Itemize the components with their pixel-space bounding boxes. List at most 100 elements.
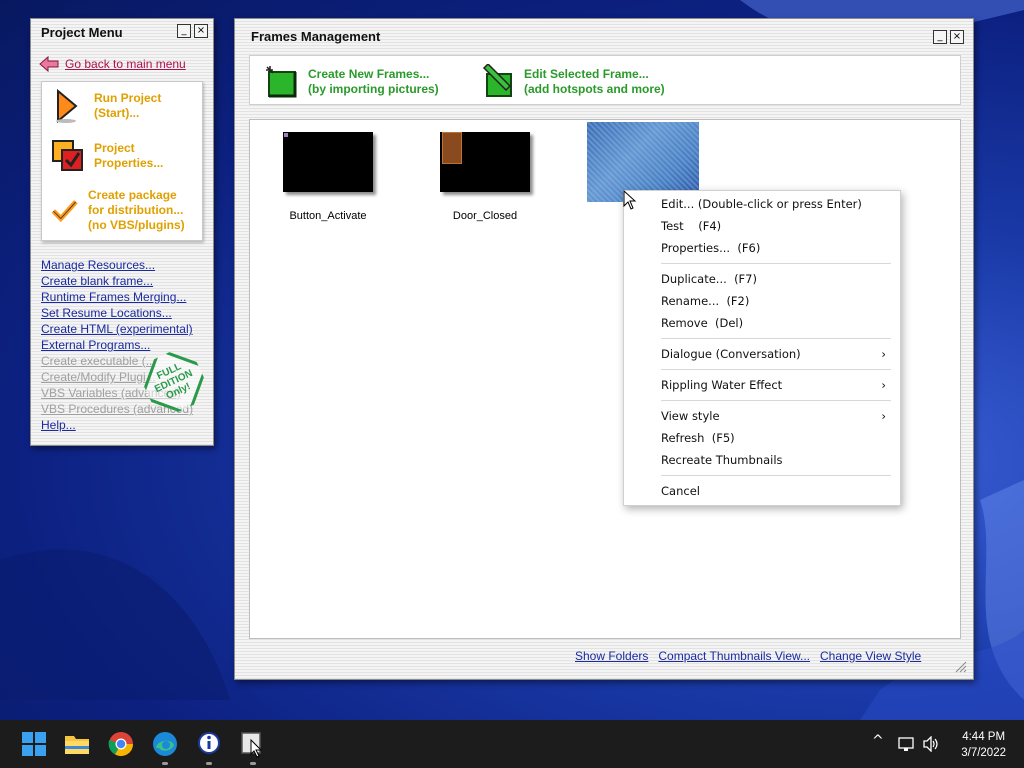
menu-separator <box>661 263 891 264</box>
create-package-line3: (no VBS/plugins) <box>88 218 185 232</box>
properties-checkbox-icon <box>52 140 83 171</box>
chrome-icon[interactable] <box>107 730 135 758</box>
menu-item-label: Edit... (Double-click or press Enter) <box>661 197 862 211</box>
minimize-button[interactable]: _ <box>177 24 191 38</box>
close-button[interactable]: × <box>194 24 208 38</box>
project-actions-card: Run Project (Start)... Project Propertie… <box>41 81 203 241</box>
thumbnail-image <box>440 132 530 192</box>
resize-grip-icon[interactable] <box>955 661 967 673</box>
submenu-arrow-icon: › <box>881 347 886 361</box>
edit-selected-frame-line1: Edit Selected Frame... <box>524 67 649 81</box>
menu-item-view-style[interactable]: View style › <box>624 405 900 427</box>
network-icon[interactable] <box>898 736 916 752</box>
taskbar: ^ 4:44 PM 3/7/2022 <box>0 720 1024 768</box>
menu-item-cancel[interactable]: Cancel <box>624 480 900 502</box>
menu-separator <box>661 369 891 370</box>
menu-separator <box>661 400 891 401</box>
menu-item-recreate-thumbnails[interactable]: Recreate Thumbnails <box>624 449 900 471</box>
menu-item-label: Rippling Water Effect <box>661 378 783 392</box>
menu-item-label: Refresh (F5) <box>661 431 735 445</box>
frames-app-icon[interactable] <box>239 730 267 758</box>
frames-footer: Show Folders Compact Thumbnails View... … <box>575 649 921 663</box>
menu-item-label: Duplicate... (F7) <box>661 272 757 286</box>
menu-item-label: Remove (Del) <box>661 316 744 330</box>
edge-icon[interactable] <box>151 730 179 758</box>
edit-selected-frame-button[interactable]: Edit Selected Frame... (add hotspots and… <box>480 64 665 100</box>
help-link[interactable]: Help... <box>41 417 193 433</box>
new-frame-icon <box>266 66 297 98</box>
project-properties-line1: Project <box>94 141 135 155</box>
menu-item-rippling-water[interactable]: Rippling Water Effect › <box>624 374 900 396</box>
frame-thumbnail[interactable]: Button_Activate <box>278 132 378 222</box>
menu-separator <box>661 338 891 339</box>
clock-time: 4:44 PM <box>962 731 1006 743</box>
create-new-frames-line1: Create New Frames... <box>308 67 430 81</box>
menu-item-label: Dialogue (Conversation) <box>661 347 801 361</box>
checkmark-icon <box>51 199 78 222</box>
run-project-line2: (Start)... <box>94 106 140 120</box>
runtime-frames-merging-link[interactable]: Runtime Frames Merging... <box>41 289 193 305</box>
system-clock[interactable]: 4:44 PM 3/7/2022 <box>961 729 1006 761</box>
menu-item-label: Cancel <box>661 484 700 498</box>
go-back-label: Go back to main menu <box>65 57 186 71</box>
frame-thumbnail[interactable]: Door_Closed <box>435 132 535 222</box>
mouse-cursor-icon <box>623 190 637 210</box>
menu-item-label: Recreate Thumbnails <box>661 453 783 467</box>
compact-thumbnails-link[interactable]: Compact Thumbnails View... <box>658 649 810 663</box>
start-icon[interactable] <box>20 730 48 758</box>
submenu-arrow-icon: › <box>881 378 886 392</box>
frames-toolbar: Create New Frames... (by importing pictu… <box>249 55 961 105</box>
running-indicator <box>206 762 212 765</box>
file-explorer-icon[interactable] <box>63 730 91 758</box>
create-new-frames-button[interactable]: Create New Frames... (by importing pictu… <box>264 64 439 100</box>
running-indicator <box>162 762 168 765</box>
info-app-icon[interactable] <box>195 730 223 758</box>
menu-item-test[interactable]: Test (F4) <box>624 215 900 237</box>
run-project-button[interactable]: Run Project (Start)... <box>50 88 161 124</box>
menu-item-duplicate[interactable]: Duplicate... (F7) <box>624 268 900 290</box>
edit-selected-frame-line2: (add hotspots and more) <box>524 82 665 96</box>
set-resume-locations-link[interactable]: Set Resume Locations... <box>41 305 193 321</box>
change-view-style-link[interactable]: Change View Style <box>820 649 921 663</box>
play-arrow-icon <box>56 88 78 124</box>
thumbnail-image <box>283 132 373 192</box>
menu-item-properties[interactable]: Properties... (F6) <box>624 237 900 259</box>
menu-item-refresh[interactable]: Refresh (F5) <box>624 427 900 449</box>
project-properties-line2: Properties... <box>94 156 164 170</box>
frame-context-menu: Edit... (Double-click or press Enter) Te… <box>623 190 901 506</box>
menu-separator <box>661 475 891 476</box>
create-package-line2: for distribution... <box>88 203 184 217</box>
menu-item-label: Rename... (F2) <box>661 294 750 308</box>
run-project-line1: Run Project <box>94 91 162 105</box>
menu-item-rename[interactable]: Rename... (F2) <box>624 290 900 312</box>
menu-item-label: Properties... (F6) <box>661 241 761 255</box>
menu-item-label: Test (F4) <box>661 219 722 233</box>
create-html-link[interactable]: Create HTML (experimental) <box>41 321 193 337</box>
create-blank-frame-link[interactable]: Create blank frame... <box>41 273 193 289</box>
volume-icon[interactable] <box>922 736 940 752</box>
thumbnail-label: Button_Activate <box>289 210 367 222</box>
show-folders-link[interactable]: Show Folders <box>575 649 648 663</box>
back-arrow-icon <box>39 56 59 72</box>
close-button[interactable]: × <box>950 30 964 44</box>
edit-frame-pencil-icon <box>482 64 512 97</box>
menu-item-label: View style <box>661 409 720 423</box>
go-back-link[interactable]: Go back to main menu <box>39 56 186 72</box>
running-indicator <box>250 762 256 765</box>
clock-date: 3/7/2022 <box>961 747 1006 759</box>
frames-management-title: Frames Management <box>251 29 381 44</box>
project-properties-button[interactable]: Project Properties... <box>50 138 163 174</box>
project-menu-title: Project Menu <box>41 25 123 40</box>
create-new-frames-line2: (by importing pictures) <box>308 82 439 96</box>
minimize-button[interactable]: _ <box>933 30 947 44</box>
create-package-line1: Create package <box>88 188 177 202</box>
menu-item-dialogue[interactable]: Dialogue (Conversation) › <box>624 343 900 365</box>
project-menu-window: Project Menu _ × Go back to main menu Ru… <box>30 18 214 446</box>
create-package-button[interactable]: Create package for distribution... (no V… <box>50 188 185 233</box>
tray-chevron-icon[interactable]: ^ <box>872 733 884 749</box>
thumbnail-label: Door_Closed <box>452 210 518 222</box>
submenu-arrow-icon: › <box>881 409 886 423</box>
menu-item-edit[interactable]: Edit... (Double-click or press Enter) <box>624 193 900 215</box>
menu-item-remove[interactable]: Remove (Del) <box>624 312 900 334</box>
manage-resources-link[interactable]: Manage Resources... <box>41 257 193 273</box>
